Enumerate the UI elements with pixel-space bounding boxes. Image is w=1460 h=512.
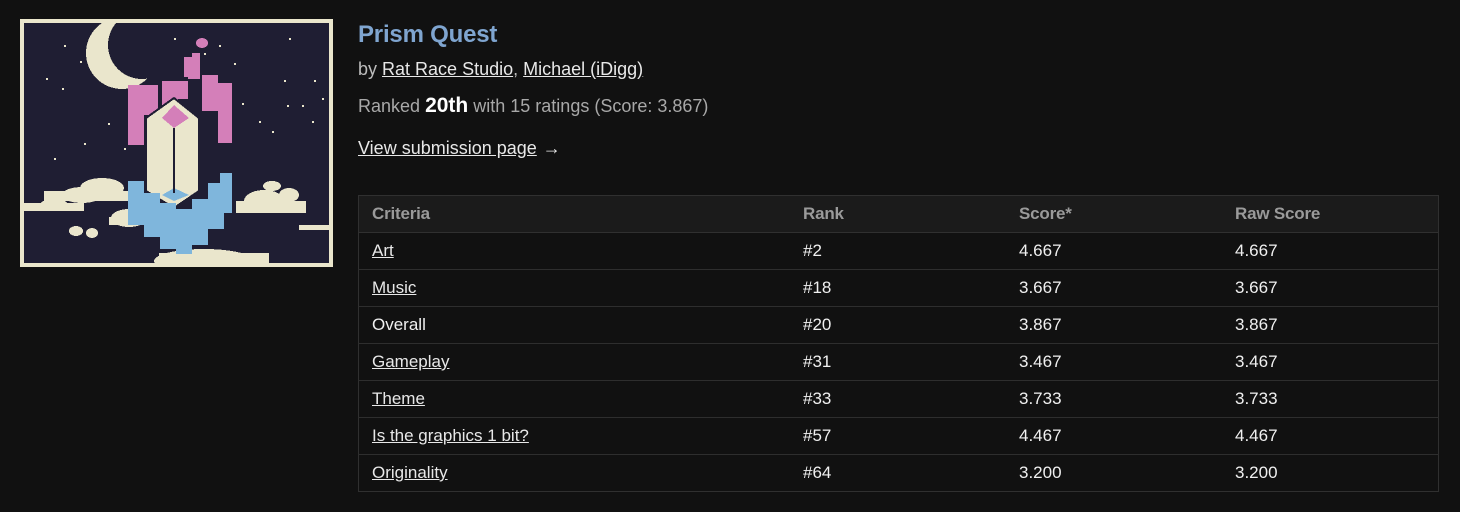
- score-cell: 3.467: [1006, 343, 1222, 381]
- raw-score-cell: 3.667: [1222, 269, 1439, 307]
- criteria-link[interactable]: Art: [372, 241, 394, 260]
- criteria-link[interactable]: Gameplay: [372, 352, 449, 371]
- raw-score-cell: 3.733: [1222, 380, 1439, 418]
- header-score: Score*: [1006, 195, 1222, 233]
- ranked-prefix: Ranked: [358, 96, 421, 116]
- header-rank: Rank: [790, 195, 1006, 233]
- author-separator: ,: [513, 59, 519, 79]
- raw-score-cell: 3.467: [1222, 343, 1439, 381]
- criteria-link[interactable]: Theme: [372, 389, 425, 408]
- raw-score-cell: 3.200: [1235, 463, 1278, 482]
- score-cell: 3.867: [1006, 306, 1222, 344]
- rank-cell: #57: [790, 417, 1006, 455]
- score-cell: 3.733: [1006, 380, 1222, 418]
- table-header-row: Criteria Rank Score* Raw Score: [358, 195, 1439, 233]
- game-info: Prism Quest by Rat Race Studio, Michael …: [358, 18, 1438, 161]
- rank-cell: #2: [790, 232, 1006, 270]
- score-cell: 4.667: [1006, 232, 1222, 270]
- author-link-michael[interactable]: Michael (iDigg): [523, 59, 643, 79]
- rank-cell: #31: [790, 343, 1006, 381]
- criteria-link[interactable]: Originality: [372, 463, 448, 482]
- rank-cell: #64: [803, 463, 832, 482]
- ratings-table: Criteria Rank Score* Raw Score Art #2 4.…: [358, 195, 1439, 492]
- raw-score-cell: 3.867: [1222, 306, 1439, 344]
- criteria-link[interactable]: Is the graphics 1 bit?: [372, 426, 529, 445]
- raw-score-cell: 4.467: [1222, 417, 1439, 455]
- table-row: Overall #20 3.867 3.867: [358, 306, 1439, 344]
- byline: by Rat Race Studio, Michael (iDigg): [358, 56, 1438, 82]
- table-row: Music #18 3.667 3.667: [358, 269, 1439, 307]
- table-row: Originality #64 3.200 3.200: [359, 455, 1439, 492]
- rank-cell: #18: [790, 269, 1006, 307]
- table-row: Theme #33 3.733 3.733: [358, 380, 1439, 418]
- header-raw-score: Raw Score: [1222, 195, 1439, 233]
- score-cell: 3.200: [1019, 463, 1062, 482]
- score-cell: 4.467: [1006, 417, 1222, 455]
- author-link-rat-race-studio[interactable]: Rat Race Studio: [382, 59, 513, 79]
- table-row: Gameplay #31 3.467 3.467: [358, 343, 1439, 381]
- ranked-suffix: with 15 ratings (Score: 3.867): [473, 96, 709, 116]
- game-cover-image[interactable]: [20, 19, 333, 267]
- game-title: Prism Quest: [358, 21, 498, 48]
- view-submission-link[interactable]: View submission page: [358, 138, 537, 158]
- rank-cell: #33: [790, 380, 1006, 418]
- by-prefix: by: [358, 59, 378, 79]
- score-cell: 3.667: [1006, 269, 1222, 307]
- table-row: Is the graphics 1 bit? #57 4.467 4.467: [358, 417, 1439, 455]
- table-row: Art #2 4.667 4.667: [358, 232, 1439, 270]
- overall-rank: 20th: [425, 94, 469, 117]
- criteria-cell: Overall: [358, 306, 790, 344]
- raw-score-cell: 4.667: [1222, 232, 1439, 270]
- submission-link-row: View submission page →: [358, 135, 1438, 161]
- arrow-right-icon: →: [542, 138, 561, 158]
- prism-crystal: [145, 96, 200, 210]
- header-criteria: Criteria: [358, 195, 790, 233]
- ranking-summary: Ranked 20th with 15 ratings (Score: 3.86…: [358, 93, 1438, 119]
- rank-cell: #20: [790, 306, 1006, 344]
- criteria-link[interactable]: Music: [372, 278, 416, 297]
